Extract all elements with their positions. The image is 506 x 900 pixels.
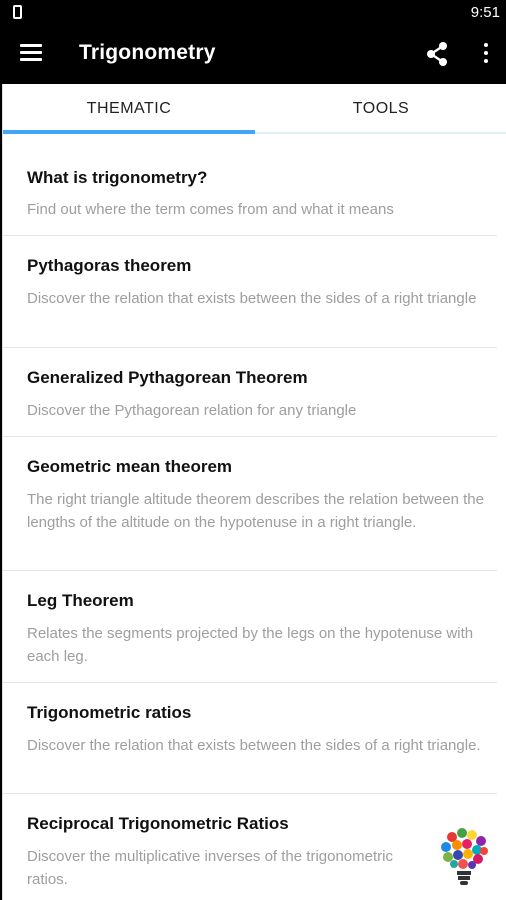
more-vert-icon[interactable] — [478, 43, 494, 65]
list-item-description: Discover the multiplicative inverses of … — [27, 848, 393, 888]
list-item-description: Discover the relation that exists betwee… — [27, 737, 481, 754]
status-bar: 9:51 — [0, 0, 506, 24]
app-bar: Trigonometry — [0, 24, 506, 84]
tab-tools[interactable]: TOOLS — [255, 84, 506, 134]
list-item[interactable]: Reciprocal Trigonometric Ratios Discover… — [3, 794, 497, 900]
list-item-description: Relates the segments projected by the le… — [27, 625, 474, 665]
list-item[interactable]: Trigonometric ratios Discover the relati… — [3, 683, 497, 794]
list-item-title: Generalized Pythagorean Theorem — [27, 368, 308, 387]
list-item-description: Find out where the term comes from and w… — [27, 201, 394, 218]
list-item-title: What is trigonometry? — [27, 168, 208, 187]
list-item-title: Pythagoras theorem — [27, 256, 192, 275]
phone-icon — [13, 5, 22, 19]
list-item-description: The right triangle altitude theorem desc… — [27, 491, 484, 531]
list-item-description: Discover the relation that exists betwee… — [27, 290, 477, 307]
list-item-title: Reciprocal Trigonometric Ratios — [27, 814, 289, 833]
list-item[interactable]: Geometric mean theorem The right triangl… — [3, 437, 497, 571]
list-item[interactable]: Generalized Pythagorean Theorem Discover… — [3, 348, 497, 437]
content-area: THEMATIC TOOLS What is trigonometry? Fin… — [2, 84, 506, 900]
share-icon[interactable] — [424, 41, 450, 67]
list-item-title: Geometric mean theorem — [27, 457, 233, 476]
hamburger-menu-icon[interactable] — [20, 44, 42, 62]
list-item[interactable]: What is trigonometry? Find out where the… — [3, 136, 497, 236]
list-item-title: Leg Theorem — [27, 591, 134, 610]
list-item[interactable]: Pythagoras theorem Discover the relation… — [3, 236, 497, 348]
tab-thematic[interactable]: THEMATIC — [3, 84, 255, 134]
tab-selected-indicator — [3, 130, 255, 134]
list-item[interactable]: Leg Theorem Relates the segments project… — [3, 571, 497, 683]
app-title: Trigonometry — [79, 41, 216, 64]
list-item-description: Discover the Pythagorean relation for an… — [27, 402, 357, 419]
tab-bar: THEMATIC TOOLS — [3, 84, 506, 134]
status-time: 9:51 — [470, 4, 500, 21]
list-item-title: Trigonometric ratios — [27, 703, 192, 722]
lightbulb-icon[interactable] — [436, 827, 492, 889]
